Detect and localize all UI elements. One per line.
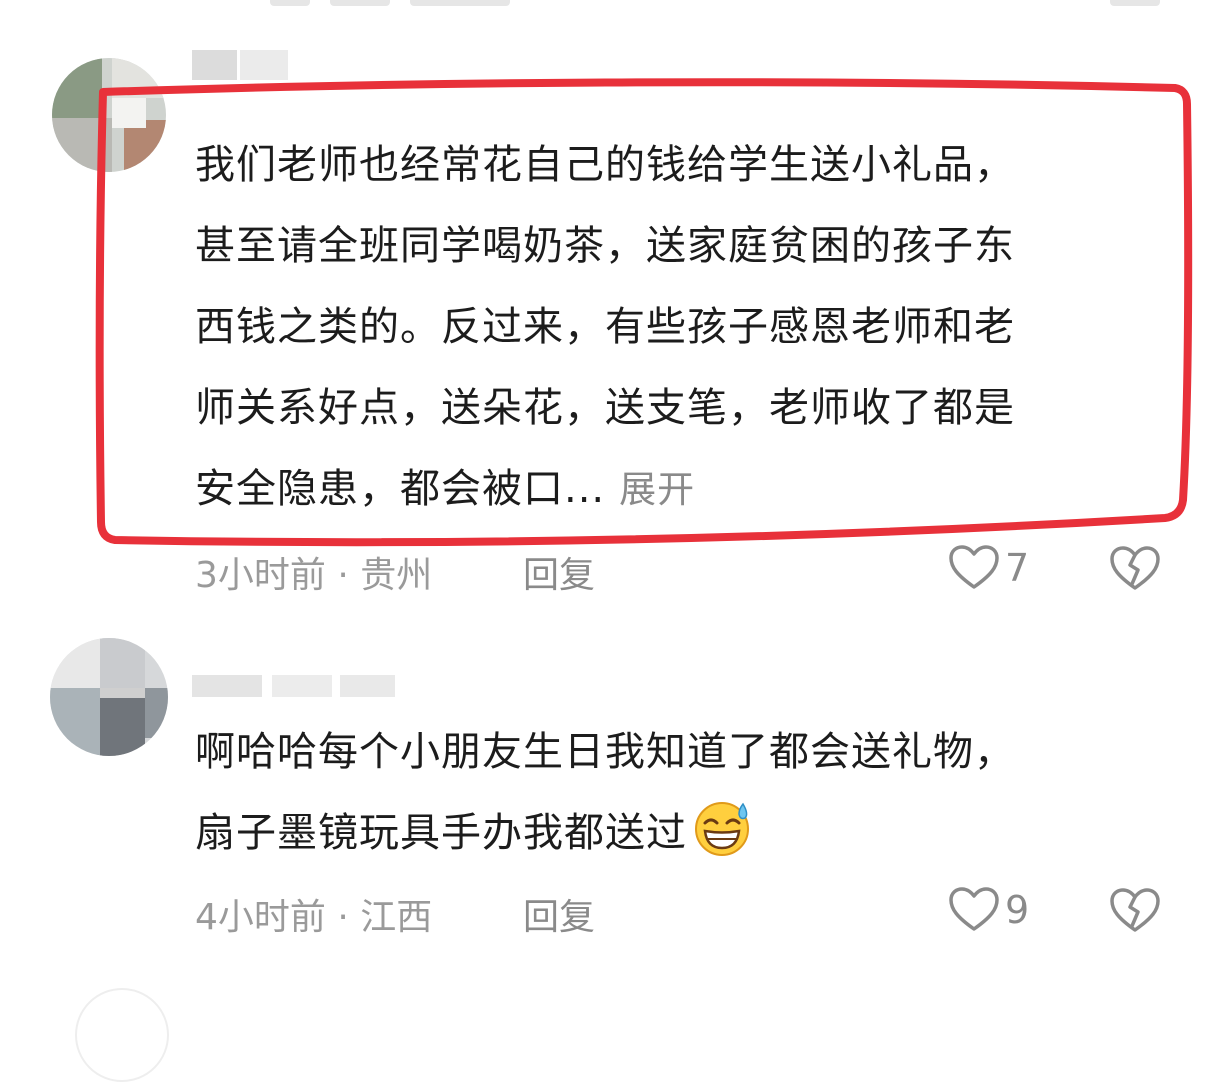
comment-line: 安全隐患，都会被口... 展开 [195, 449, 1180, 530]
comment-item: 啊哈哈每个小朋友生日我知道了都会送礼物， 扇子墨镜玩具手办我都送过 4小时前 ·… [0, 620, 1224, 950]
username-redacted[interactable] [192, 675, 402, 697]
heart-icon [949, 887, 999, 931]
comment-body: 我们老师也经常花自己的钱给学生送小礼品， 甚至请全班同学喝奶茶，送家庭贫困的孩子… [195, 125, 1180, 530]
avatar[interactable] [50, 638, 168, 756]
time-location: 4小时前 · 江西 [195, 897, 433, 938]
previous-content-clipped [0, 0, 1224, 10]
comment-line: 我们老师也经常花自己的钱给学生送小礼品， [195, 142, 1015, 188]
comment-line: 西钱之类的。反过来，有些孩子感恩老师和老 [195, 304, 1015, 350]
reply-button[interactable]: 回复 [523, 888, 595, 940]
like-count: 9 [1005, 888, 1030, 932]
comment-line: 啊哈哈每个小朋友生日我知道了都会送礼物， [195, 729, 1015, 775]
comment-line-text: 扇子墨镜玩具手办我都送过 [195, 810, 687, 856]
comment-line: 甚至请全班同学喝奶茶，送家庭贫困的孩子东 [195, 223, 1015, 269]
comment-line: 扇子墨镜玩具手办我都送过 [195, 793, 1180, 874]
comment-line-text: 安全隐患，都会被口... [195, 466, 606, 512]
comment-meta: 3小时前 · 贵州 回复 7 [195, 545, 1180, 598]
comment-meta: 4小时前 · 江西 回复 9 [195, 887, 1180, 940]
broken-heart-icon[interactable] [1107, 882, 1163, 938]
like-button[interactable]: 9 [947, 882, 1029, 938]
comment-line: 师关系好点，送朵花，送支笔，老师收了都是 [195, 385, 1015, 431]
expand-button[interactable]: 展开 [619, 468, 695, 511]
heart-icon [949, 545, 999, 589]
broken-heart-icon[interactable] [1107, 540, 1163, 596]
like-count: 7 [1005, 546, 1030, 590]
avatar[interactable] [75, 988, 169, 1082]
comment-body: 啊哈哈每个小朋友生日我知道了都会送礼物， 扇子墨镜玩具手办我都送过 [195, 712, 1180, 874]
username-redacted[interactable] [192, 50, 292, 80]
grinning-sweat-emoji [695, 802, 749, 856]
like-button[interactable]: 7 [947, 540, 1029, 596]
comment-item: 我们老师也经常花自己的钱给学生送小礼品， 甚至请全班同学喝奶茶，送家庭贫困的孩子… [0, 48, 1224, 608]
avatar[interactable] [52, 58, 166, 172]
time-location: 3小时前 · 贵州 [195, 555, 433, 596]
reply-button[interactable]: 回复 [523, 546, 595, 598]
